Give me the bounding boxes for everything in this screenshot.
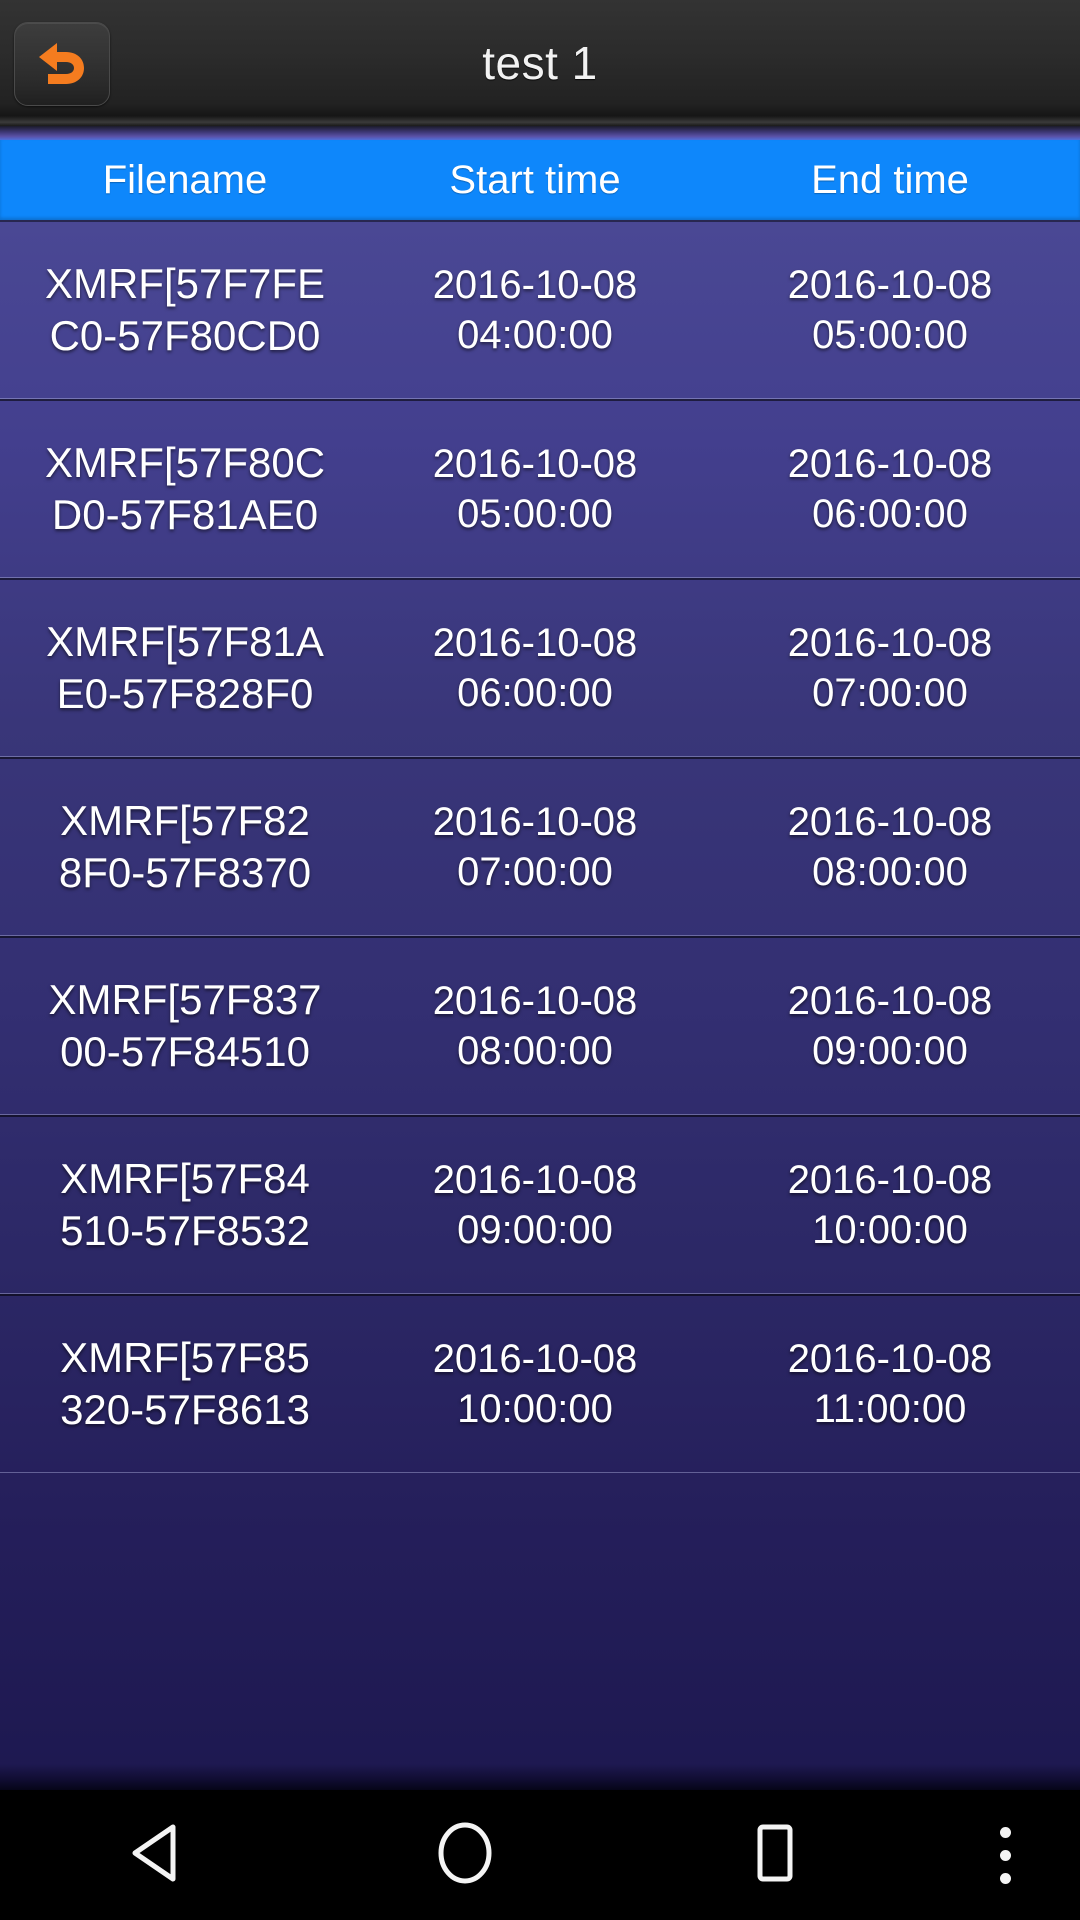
cell-filename: XMRF[57F7FE C0-57F80CD0 [44, 260, 326, 359]
cell-filename: XMRF[57F80C D0-57F81AE0 [44, 439, 326, 538]
cell-end-time: 2016-10-08 07:00:00 [787, 621, 993, 715]
nav-back-button[interactable] [0, 1824, 310, 1887]
cell-filename: XMRF[57F84 510-57F8532 [60, 1155, 310, 1254]
table-row[interactable]: XMRF[57F7FE C0-57F80CD0 2016-10-08 04:00… [0, 220, 1080, 399]
cell-end-time: 2016-10-08 05:00:00 [787, 263, 993, 357]
cell-start-time: 2016-10-08 04:00:00 [432, 263, 638, 357]
titlebar-seam-divider [0, 126, 1080, 140]
table-row[interactable]: XMRF[57F837 00-57F84510 2016-10-08 08:00… [0, 936, 1080, 1115]
circle-home-icon [437, 1822, 493, 1889]
cell-start-time: 2016-10-08 08:00:00 [432, 979, 638, 1073]
back-button[interactable] [14, 22, 110, 106]
cell-filename: XMRF[57F82 8F0-57F8370 [58, 797, 312, 896]
nav-recents-button[interactable] [620, 1823, 930, 1888]
cell-start-time: 2016-10-08 07:00:00 [432, 800, 638, 894]
cell-start-time: 2016-10-08 10:00:00 [432, 1337, 638, 1431]
column-header-end-time[interactable]: End time [700, 158, 1080, 203]
page-title: test 1 [482, 37, 598, 89]
nav-overflow-menu-button[interactable] [930, 1826, 1080, 1884]
cell-end-time: 2016-10-08 10:00:00 [787, 1158, 993, 1252]
three-dot-overflow-icon [999, 1826, 1011, 1884]
triangle-back-icon [129, 1824, 181, 1887]
table-row[interactable]: XMRF[57F84 510-57F8532 2016-10-08 09:00:… [0, 1115, 1080, 1294]
android-navigation-bar [0, 1790, 1080, 1920]
nav-home-button[interactable] [310, 1822, 620, 1889]
cell-start-time: 2016-10-08 06:00:00 [432, 621, 638, 715]
cell-end-time: 2016-10-08 09:00:00 [787, 979, 993, 1073]
table-row[interactable]: XMRF[57F81A E0-57F828F0 2016-10-08 06:00… [0, 578, 1080, 757]
cell-start-time: 2016-10-08 05:00:00 [432, 442, 638, 536]
cell-filename: XMRF[57F85 320-57F8613 [60, 1334, 310, 1433]
column-header-start-time[interactable]: Start time [370, 158, 700, 203]
title-bar: test 1 [0, 0, 1080, 126]
column-header-filename[interactable]: Filename [0, 158, 370, 203]
table-row[interactable]: XMRF[57F85 320-57F8613 2016-10-08 10:00:… [0, 1294, 1080, 1473]
cell-filename: XMRF[57F81A E0-57F828F0 [46, 618, 324, 717]
cell-end-time: 2016-10-08 06:00:00 [787, 442, 993, 536]
app-screen: test 1 Filename Start time End time XMRF… [0, 0, 1080, 1920]
recording-file-list[interactable]: XMRF[57F7FE C0-57F80CD0 2016-10-08 04:00… [0, 220, 1080, 1790]
undo-back-arrow-icon [35, 39, 89, 89]
table-column-header: Filename Start time End time [0, 140, 1080, 220]
table-row[interactable]: XMRF[57F80C D0-57F81AE0 2016-10-08 05:00… [0, 399, 1080, 578]
cell-filename: XMRF[57F837 00-57F84510 [48, 976, 322, 1075]
square-recents-icon [750, 1823, 800, 1888]
cell-start-time: 2016-10-08 09:00:00 [432, 1158, 638, 1252]
table-row[interactable]: XMRF[57F82 8F0-57F8370 2016-10-08 07:00:… [0, 757, 1080, 936]
cell-end-time: 2016-10-08 08:00:00 [787, 800, 993, 894]
cell-end-time: 2016-10-08 11:00:00 [787, 1337, 993, 1431]
